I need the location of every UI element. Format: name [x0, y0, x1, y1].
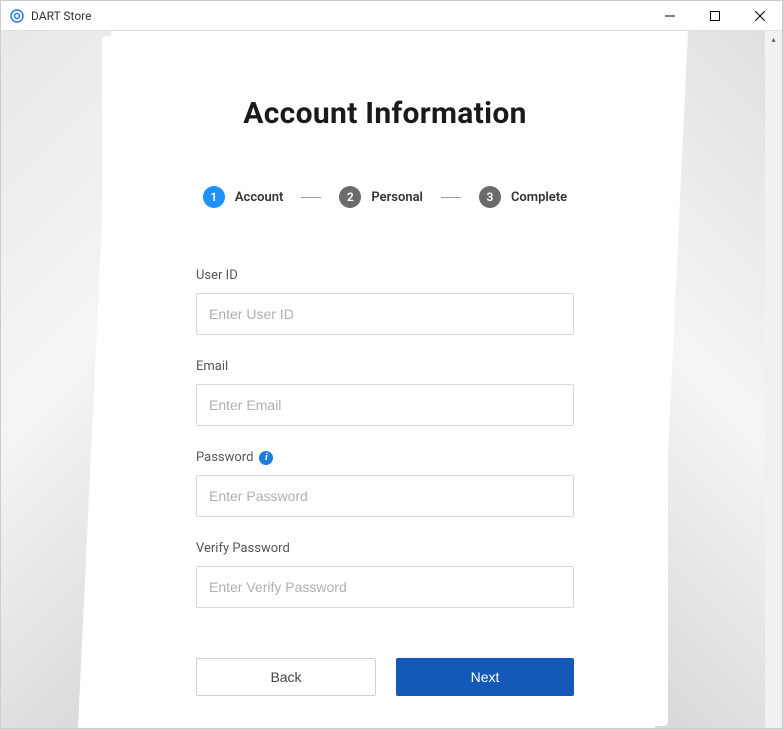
- step-number-1: 1: [203, 186, 225, 208]
- app-window: DART Store Account Information 1 Account: [0, 0, 783, 729]
- step-personal: 2 Personal: [339, 186, 423, 208]
- form-group-userid: User ID: [196, 268, 574, 335]
- step-number-2: 2: [339, 186, 361, 208]
- step-number-3: 3: [479, 186, 501, 208]
- label-email: Email: [196, 359, 574, 374]
- info-icon[interactable]: i: [259, 451, 273, 465]
- email-input[interactable]: [196, 384, 574, 426]
- stepper: 1 Account 2 Personal 3 Complete: [196, 186, 574, 208]
- userid-input[interactable]: [196, 293, 574, 335]
- form-group-password: Password i: [196, 450, 574, 517]
- step-label-complete: Complete: [511, 190, 567, 205]
- step-divider: [301, 197, 321, 198]
- step-label-account: Account: [235, 190, 283, 205]
- content-area: Account Information 1 Account 2 Personal…: [1, 31, 782, 728]
- label-verify-password-text: Verify Password: [196, 541, 290, 556]
- button-row: Back Next: [196, 658, 574, 696]
- step-complete: 3 Complete: [479, 186, 567, 208]
- close-button[interactable]: [737, 1, 782, 30]
- registration-card: Account Information 1 Account 2 Personal…: [102, 36, 668, 726]
- minimize-button[interactable]: [647, 1, 692, 30]
- vertical-scrollbar[interactable]: ▴: [765, 31, 782, 728]
- next-button[interactable]: Next: [396, 658, 574, 696]
- titlebar-left: DART Store: [9, 8, 92, 24]
- label-userid: User ID: [196, 268, 574, 283]
- window-title: DART Store: [31, 9, 92, 23]
- back-button[interactable]: Back: [196, 658, 376, 696]
- label-userid-text: User ID: [196, 268, 238, 283]
- step-account: 1 Account: [203, 186, 283, 208]
- label-password: Password i: [196, 450, 574, 465]
- label-password-text: Password: [196, 450, 253, 465]
- verify-password-input[interactable]: [196, 566, 574, 608]
- background-decoration-right: [655, 31, 765, 728]
- form-group-verify-password: Verify Password: [196, 541, 574, 608]
- window-controls: [647, 1, 782, 30]
- page-title: Account Information: [196, 96, 574, 131]
- app-icon: [9, 8, 25, 24]
- step-divider: [441, 197, 461, 198]
- form-group-email: Email: [196, 359, 574, 426]
- label-verify-password: Verify Password: [196, 541, 574, 556]
- scroll-up-arrow-icon[interactable]: ▴: [765, 31, 782, 48]
- password-input[interactable]: [196, 475, 574, 517]
- maximize-button[interactable]: [692, 1, 737, 30]
- label-email-text: Email: [196, 359, 228, 374]
- titlebar: DART Store: [1, 1, 782, 31]
- background-decoration-left: [1, 31, 111, 728]
- step-label-personal: Personal: [371, 190, 423, 205]
